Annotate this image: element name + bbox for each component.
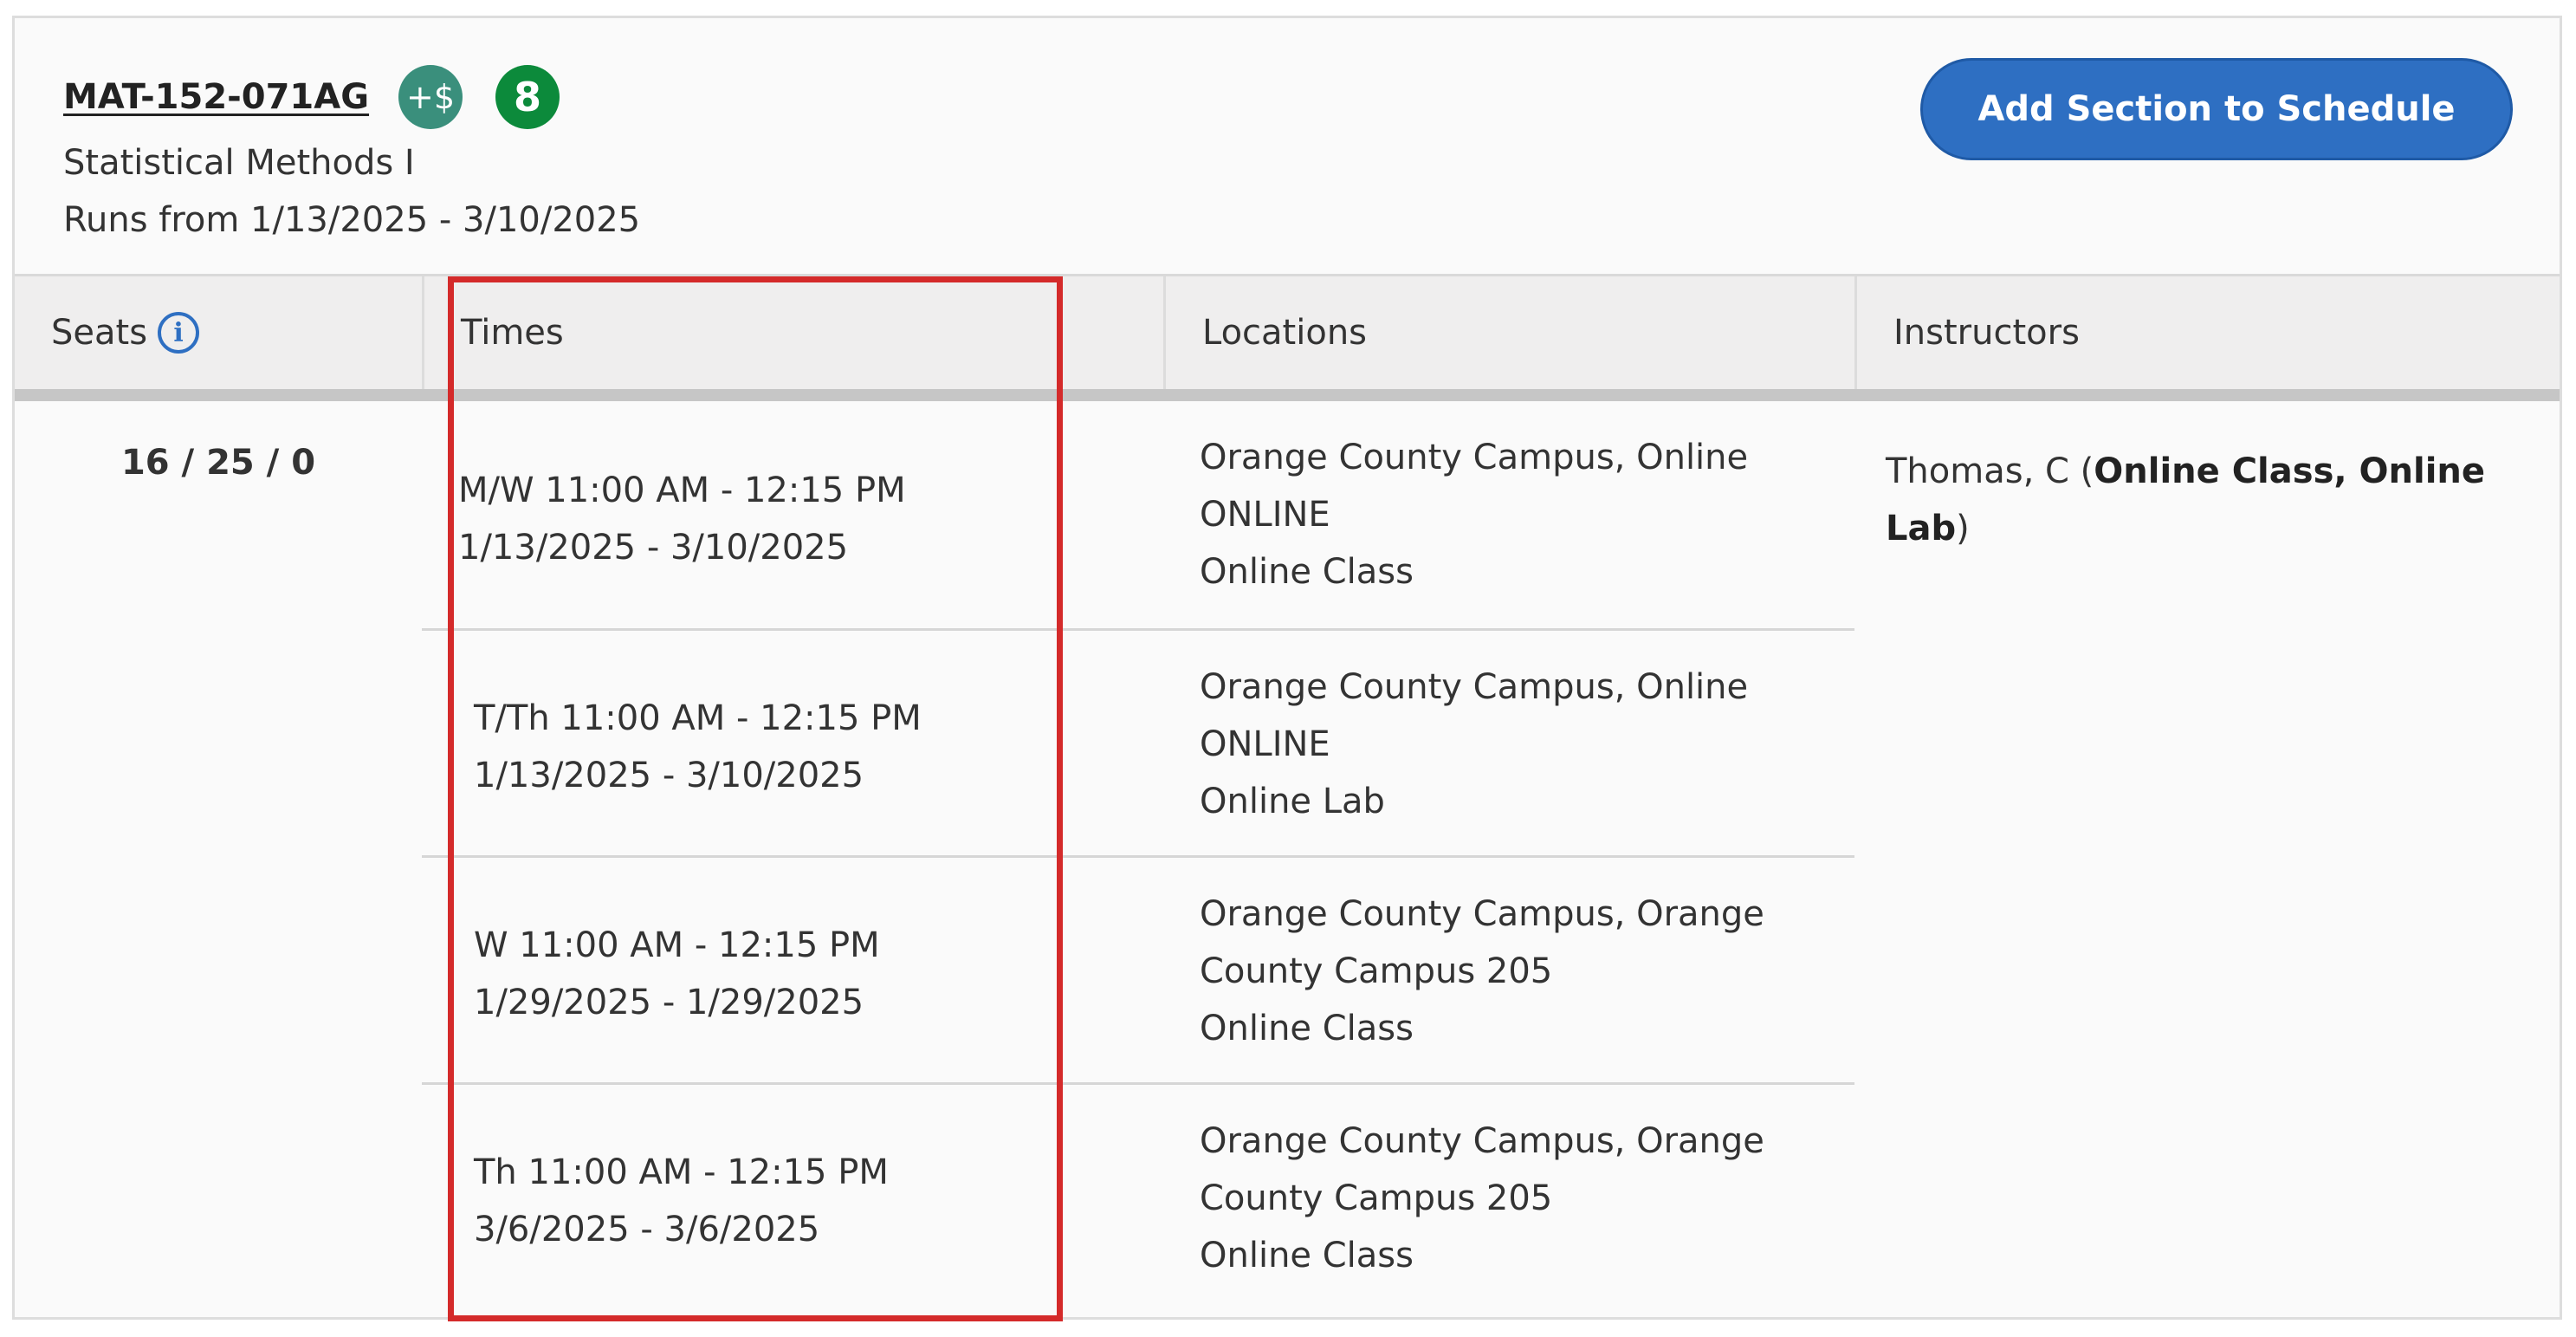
meeting-times: T/Th 11:00 AM - 12:15 PM 1/13/2025 - 3/1…	[474, 690, 922, 804]
meeting-location: Orange County Campus, Online ONLINE Onli…	[1200, 659, 1841, 830]
location-line: Orange County Campus, Online	[1200, 438, 1749, 477]
location-line: ONLINE	[1200, 724, 1330, 764]
meeting-time: W 11:00 AM - 12:15 PM	[474, 925, 880, 965]
meeting-location: Orange County Campus, Orange County Camp…	[1200, 886, 1841, 1057]
meeting-location: Orange County Campus, Orange County Camp…	[1200, 1113, 1841, 1284]
column-header-seats-label: Seats	[51, 313, 148, 353]
meeting-times: W 11:00 AM - 12:15 PM 1/29/2025 - 1/29/2…	[474, 917, 880, 1031]
location-line: County Campus 205	[1200, 951, 1553, 991]
meeting-dates: 1/13/2025 - 3/10/2025	[474, 756, 864, 795]
location-line: Online Lab	[1200, 782, 1385, 821]
column-header-seats: Seats i	[15, 276, 422, 389]
table-header: Seats i Times Locations Instructors	[15, 276, 2560, 401]
course-code-link[interactable]: MAT-152-071AG	[63, 77, 369, 117]
location-line: Online Class	[1200, 1236, 1414, 1275]
instructor-info: Thomas, C (Online Class, Online Lab)	[1886, 443, 2544, 557]
meeting-times: M/W 11:00 AM - 12:15 PM 1/13/2025 - 3/10…	[458, 462, 906, 576]
cost-badge: +$	[398, 65, 463, 129]
location-line: Orange County Campus, Online	[1200, 667, 1749, 707]
location-line: Orange County Campus, Orange	[1200, 894, 1764, 934]
count-badge: 8	[495, 65, 560, 129]
table-row: T/Th 11:00 AM - 12:15 PM 1/13/2025 - 3/1…	[422, 628, 1854, 855]
location-line: Orange County Campus, Orange	[1200, 1121, 1764, 1161]
course-line: MAT-152-071AG +$ 8	[63, 60, 560, 134]
instructor-name: Thomas, C (	[1886, 451, 2094, 491]
course-title: Statistical Methods I	[63, 143, 415, 183]
meeting-time: T/Th 11:00 AM - 12:15 PM	[474, 698, 922, 738]
meeting-time: M/W 11:00 AM - 12:15 PM	[458, 471, 906, 510]
meeting-time: Th 11:00 AM - 12:15 PM	[474, 1152, 889, 1192]
column-header-locations: Locations	[1163, 276, 1854, 389]
location-line: ONLINE	[1200, 495, 1330, 535]
location-line: Online Class	[1200, 552, 1414, 592]
meeting-times: Th 11:00 AM - 12:15 PM 3/6/2025 - 3/6/20…	[474, 1144, 889, 1258]
location-line: County Campus 205	[1200, 1178, 1553, 1218]
table-row: Th 11:00 AM - 12:15 PM 3/6/2025 - 3/6/20…	[422, 1082, 1854, 1309]
column-header-times: Times	[422, 276, 1163, 389]
section-header: MAT-152-071AG +$ 8 Statistical Methods I…	[15, 18, 2560, 276]
column-header-instructors: Instructors	[1854, 276, 2560, 389]
seats-value: 16 / 25 / 0	[120, 443, 316, 483]
meeting-dates: 1/29/2025 - 1/29/2025	[474, 983, 864, 1022]
instructional-method: Online Class, Online	[2094, 451, 2486, 491]
location-line: Online Class	[1200, 1009, 1414, 1048]
add-section-to-schedule-button[interactable]: Add Section to Schedule	[1920, 58, 2513, 160]
section-card: MAT-152-071AG +$ 8 Statistical Methods I…	[12, 16, 2562, 1321]
info-icon[interactable]: i	[158, 312, 200, 354]
instructor-close-paren: )	[1956, 509, 1970, 548]
meeting-location: Orange County Campus, Online ONLINE Onli…	[1200, 429, 1841, 600]
table-row: M/W 11:00 AM - 12:15 PM 1/13/2025 - 3/10…	[422, 401, 1854, 628]
meeting-dates: 1/13/2025 - 3/10/2025	[458, 528, 849, 568]
meeting-dates: 3/6/2025 - 3/6/2025	[474, 1210, 820, 1249]
instructional-method: Lab	[1886, 509, 1957, 548]
table-row: W 11:00 AM - 12:15 PM 1/29/2025 - 1/29/2…	[422, 855, 1854, 1082]
course-run-dates: Runs from 1/13/2025 - 3/10/2025	[63, 200, 641, 240]
